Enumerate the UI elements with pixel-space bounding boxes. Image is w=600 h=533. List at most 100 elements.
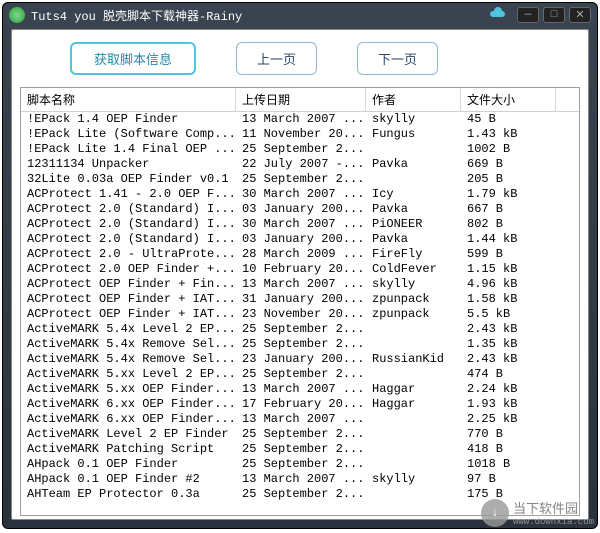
watermark-url: www.downxia.com [513,517,594,527]
list-rows[interactable]: !EPack 1.4 OEP Finder13 March 2007 ...sk… [21,112,579,515]
cell-name: ActiveMARK 5.4x Remove Sel... [21,337,236,352]
cell-author: Fungus [366,127,461,142]
column-headers: 脚本名称 上传日期 作者 文件大小 [21,88,579,112]
cell-size: 1.15 kB [461,262,556,277]
cell-author: Pavka [366,157,461,172]
header-date[interactable]: 上传日期 [236,88,366,111]
cell-size: 2.43 kB [461,352,556,367]
table-row[interactable]: ACProtect 2.0 - UltraProte...28 March 20… [21,247,579,262]
table-row[interactable]: ActiveMARK 5.xx Level 2 EP...25 Septembe… [21,367,579,382]
cell-author: zpunpack [366,292,461,307]
table-row[interactable]: ACProtect 2.0 (Standard) I...03 January … [21,202,579,217]
cell-date: 25 September 2... [236,172,366,187]
cell-author: zpunpack [366,307,461,322]
table-row[interactable]: ActiveMARK 5.4x Remove Sel...23 January … [21,352,579,367]
cell-date: 23 January 200... [236,352,366,367]
minimize-button[interactable]: — [517,7,539,23]
table-row[interactable]: ACProtect OEP Finder + IAT...23 November… [21,307,579,322]
cell-name: ACProtect 2.0 - UltraProte... [21,247,236,262]
cell-author: PiONEER [366,217,461,232]
cell-date: 25 September 2... [236,142,366,157]
cell-name: ACProtect 2.0 (Standard) I... [21,202,236,217]
cell-size: 802 B [461,217,556,232]
table-row[interactable]: !EPack Lite 1.4 Final OEP ...25 Septembe… [21,142,579,157]
cell-size: 1.35 kB [461,337,556,352]
table-row[interactable]: ActiveMARK 5.4x Remove Sel...25 Septembe… [21,337,579,352]
cell-name: !EPack 1.4 OEP Finder [21,112,236,127]
table-row[interactable]: ActiveMARK 6.xx OEP Finder...13 March 20… [21,412,579,427]
cell-size: 667 B [461,202,556,217]
table-row[interactable]: ACProtect 1.41 - 2.0 OEP F...30 March 20… [21,187,579,202]
table-row[interactable]: ACProtect OEP Finder + IAT...31 January … [21,292,579,307]
cell-date: 13 March 2007 ... [236,382,366,397]
table-row[interactable]: ACProtect 2.0 OEP Finder +...10 February… [21,262,579,277]
cell-date: 13 March 2007 ... [236,277,366,292]
cell-author [366,442,461,457]
app-icon [9,7,25,23]
table-row[interactable]: ActiveMARK 6.xx OEP Finder...17 February… [21,397,579,412]
table-row[interactable]: ActiveMARK Patching Script25 September 2… [21,442,579,457]
table-row[interactable]: ACProtect OEP Finder + Fin...13 March 20… [21,277,579,292]
cell-size: 1.58 kB [461,292,556,307]
cell-date: 25 September 2... [236,322,366,337]
table-row[interactable]: ACProtect 2.0 (Standard) I...30 March 20… [21,217,579,232]
cell-author: FireFly [366,247,461,262]
content-panel: 获取脚本信息 上一页 下一页 脚本名称 上传日期 作者 文件大小 !EPack … [11,29,589,520]
watermark-text: 当下软件园 [513,498,594,517]
table-row[interactable]: !EPack Lite (Software Comp...11 November… [21,127,579,142]
watermark: ↓ 当下软件园 www.downxia.com [481,498,594,527]
cell-size: 1.79 kB [461,187,556,202]
close-button[interactable]: ✕ [569,7,591,23]
cell-name: ACProtect OEP Finder + IAT... [21,292,236,307]
table-row[interactable]: 32Lite 0.03a OEP Finder v0.125 September… [21,172,579,187]
cell-name: ACProtect 2.0 OEP Finder +... [21,262,236,277]
cell-name: ACProtect OEP Finder + Fin... [21,277,236,292]
cell-size: 2.24 kB [461,382,556,397]
cell-name: ActiveMARK 6.xx OEP Finder... [21,397,236,412]
cell-author [366,322,461,337]
cell-date: 25 September 2... [236,427,366,442]
cell-date: 25 September 2... [236,337,366,352]
cell-name: ActiveMARK 5.xx OEP Finder... [21,382,236,397]
table-row[interactable]: AHpack 0.1 OEP Finder #213 March 2007 ..… [21,472,579,487]
header-name[interactable]: 脚本名称 [21,88,236,111]
table-row[interactable]: AHpack 0.1 OEP Finder25 September 2...10… [21,457,579,472]
cell-author: Icy [366,187,461,202]
table-row[interactable]: !EPack 1.4 OEP Finder13 March 2007 ...sk… [21,112,579,127]
table-row[interactable]: ActiveMARK 5.4x Level 2 EP...25 Septembe… [21,322,579,337]
cell-author: skylly [366,277,461,292]
cell-size: 418 B [461,442,556,457]
cell-name: ActiveMARK 5.4x Level 2 EP... [21,322,236,337]
table-row[interactable]: ACProtect 2.0 (Standard) I...03 January … [21,232,579,247]
cell-size: 1002 B [461,142,556,157]
cell-name: 12311134 Unpacker [21,157,236,172]
cell-size: 1.43 kB [461,127,556,142]
cell-size: 669 B [461,157,556,172]
next-page-button[interactable]: 下一页 [357,42,438,75]
cell-date: 30 March 2007 ... [236,187,366,202]
table-row[interactable]: 12311134 Unpacker22 July 2007 -...Pavka6… [21,157,579,172]
cell-date: 10 February 20... [236,262,366,277]
cloud-icon [487,7,511,23]
table-row[interactable]: ActiveMARK Level 2 EP Finder25 September… [21,427,579,442]
cell-author: skylly [366,112,461,127]
header-size[interactable]: 文件大小 [461,88,556,111]
cell-author [366,457,461,472]
cell-date: 23 November 20... [236,307,366,322]
cell-date: 25 September 2... [236,487,366,502]
cell-name: ACProtect 2.0 (Standard) I... [21,232,236,247]
table-row[interactable]: ActiveMARK 5.xx OEP Finder...13 March 20… [21,382,579,397]
cell-date: 25 September 2... [236,457,366,472]
cell-author [366,337,461,352]
cell-name: ActiveMARK Patching Script [21,442,236,457]
cell-author: Haggar [366,397,461,412]
cell-author [366,142,461,157]
fetch-info-button[interactable]: 获取脚本信息 [70,42,196,75]
cell-size: 4.96 kB [461,277,556,292]
maximize-button[interactable]: □ [543,7,565,23]
cell-author [366,412,461,427]
toolbar: 获取脚本信息 上一页 下一页 [20,38,580,87]
header-author[interactable]: 作者 [366,88,461,111]
prev-page-button[interactable]: 上一页 [236,42,317,75]
cell-size: 1018 B [461,457,556,472]
